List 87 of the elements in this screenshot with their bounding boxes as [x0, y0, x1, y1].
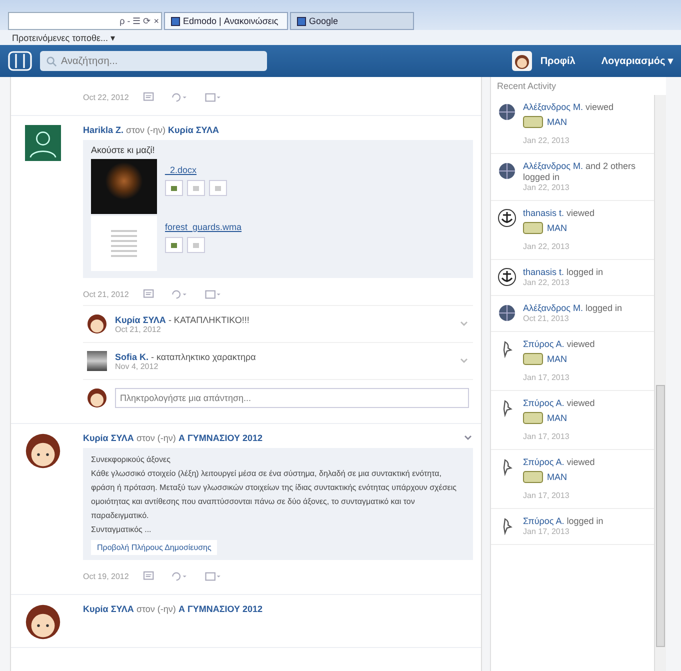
favorites-link[interactable]: Προτεινόμενες τοποθε... ▾ — [12, 32, 116, 42]
folder-icon — [523, 471, 543, 483]
folder-link[interactable]: MAN — [547, 413, 567, 423]
folder-link[interactable]: MAN — [547, 354, 567, 364]
avatar-icon[interactable] — [512, 51, 532, 71]
reply-text: Κυρία ΣΥΛΑ - ΚΑΤΑΠΛΗΚΤΙΚΟ!!! — [115, 314, 250, 324]
account-menu[interactable]: Λογαριασμός ▾ — [601, 55, 673, 67]
activity-text: Αλέξανδρος Μ. logged in — [523, 303, 624, 314]
comment-icon[interactable] — [142, 570, 156, 582]
folder-link[interactable]: MAN — [547, 472, 567, 482]
activity-date: Jan 22, 2013 — [523, 242, 570, 251]
panel-title: Recent Activity — [496, 80, 558, 93]
globe-avatar-icon — [497, 161, 517, 181]
file-action-button[interactable] — [187, 237, 205, 253]
post-date: Oct 19, 2012 — [83, 572, 129, 580]
activity-date: Jan 22, 2013 — [523, 278, 570, 287]
folder-icon — [523, 116, 543, 128]
square-icon — [213, 183, 223, 193]
post-text: Ακούστε κι μαζί! — [91, 145, 156, 155]
girl-avatar-icon — [25, 604, 61, 640]
post-paragraph: Συνεκφορικούς άξονες — [91, 454, 172, 466]
activity-text: Σπύρος Α. viewed — [523, 339, 596, 350]
folder-icon — [523, 412, 543, 424]
browser-tab[interactable]: Edmodo | Ανακοινώσεις — [164, 12, 288, 30]
file-action-button[interactable] — [165, 237, 183, 253]
activity-date: Jan 22, 2013 — [523, 183, 570, 192]
activity-text: thanasis t. logged in — [523, 267, 604, 278]
folder-icon — [523, 222, 543, 234]
browser-tab[interactable]: Google — [290, 12, 414, 30]
reply-input-field[interactable]: Πληκτρολογήστε μια απάντηση... — [115, 388, 469, 408]
address-bar[interactable]: ρ - ☰ ⟳ × — [8, 12, 162, 30]
activity-date: Jan 17, 2013 — [523, 491, 570, 500]
image-icon — [169, 240, 179, 250]
globe-avatar-icon — [497, 303, 517, 323]
activity-text: thanasis t. viewed — [523, 208, 596, 219]
page-icon — [297, 16, 306, 26]
activity-text: Αλέξανδρος Μ. and 2 others logged in — [523, 161, 637, 183]
file-link[interactable]: forest_guards.wma — [165, 222, 242, 232]
girl-avatar-icon — [87, 388, 107, 408]
girl-avatar-icon — [87, 314, 107, 334]
reply-text: Sofia K. - καταπληκτικο χαρακτηρα — [115, 352, 257, 362]
image-icon — [169, 183, 179, 193]
anchor-avatar-icon — [497, 208, 517, 228]
globe-avatar-icon — [497, 102, 517, 122]
post-paragraph: Συνταγματικός ... — [91, 524, 152, 536]
post-date: Oct 21, 2012 — [83, 290, 129, 298]
activity-text: Σπύρος Α. logged in — [523, 516, 604, 527]
activity-text: Σπύρος Α. viewed — [523, 398, 596, 409]
photo-placeholder — [91, 159, 157, 214]
scrollbar[interactable] — [654, 95, 666, 671]
square-icon — [191, 240, 201, 250]
document-thumbnail — [91, 216, 157, 271]
activity-date: Jan 17, 2013 — [523, 527, 570, 536]
search-field[interactable]: Αναζήτηση... — [40, 51, 267, 71]
folder-link[interactable]: MAN — [547, 223, 567, 233]
post-header: Harikla Z. στον (-ην) Κυρία ΣΥΛΑ — [83, 125, 219, 135]
post-header: Κυρία ΣΥΛΑ στον (-ην) Α ΓΥΜΝΑΣΙΟΥ 2012 — [83, 604, 263, 614]
folder-icon — [523, 353, 543, 365]
anchor-avatar-icon — [497, 267, 517, 287]
activity-date: Jan 17, 2013 — [523, 432, 570, 441]
post-header: Κυρία ΣΥΛΑ στον (-ην) Α ΓΥΜΝΑΣΙΟΥ 2012 — [83, 433, 263, 443]
file-action-button[interactable] — [165, 180, 183, 196]
book-logo-icon[interactable] — [8, 51, 32, 71]
profile-link[interactable]: Προφίλ — [540, 56, 576, 66]
reply-date: Nov 4, 2012 — [115, 362, 158, 370]
activity-date: Jan 22, 2013 — [523, 136, 570, 145]
activity-date: Jan 17, 2013 — [523, 373, 570, 382]
folder-link[interactable]: MAN — [547, 117, 567, 127]
view-full-post-link[interactable]: Προβολή Πλήρους Δημοσίευσης — [91, 540, 218, 555]
post-paragraph: Κάθε γλωσσικό στοιχείο (λέξη) λειτουργεί μέσα σε ένα σύστημα, δηλαδή σε μια συντακτική ενότητα, φράση ή πρόταση. Μεταξύ των γλωσσικών στοιχείων της ίδιας συντακτικής ενότητας υπάρχουν σχέσεις ομοιότητας και αντίθεσης που αναπτύσσονται πάνω σε δύο άξονες, το συνταγματικό και τον παραδειγματικό. — [91, 468, 458, 522]
post-date: Oct 22, 2012 — [83, 92, 129, 102]
girl-avatar-icon — [25, 433, 61, 469]
file-link[interactable]: _2.docx — [165, 165, 227, 175]
address-controls[interactable]: ρ - ☰ ⟳ × — [120, 16, 159, 26]
page-icon — [171, 16, 180, 26]
file-action-button[interactable] — [187, 180, 205, 196]
reply-date: Oct 21, 2012 — [115, 324, 162, 334]
user-silhouette-icon — [25, 125, 61, 161]
activity-text: Σπύρος Α. viewed — [523, 457, 596, 468]
comment-icon[interactable] — [142, 92, 156, 102]
activity-date: Oct 21, 2013 — [523, 314, 570, 323]
photo-placeholder — [87, 351, 107, 371]
search-icon — [46, 56, 57, 67]
file-action-button[interactable] — [209, 180, 227, 196]
comment-icon[interactable] — [142, 288, 156, 300]
square-icon — [191, 183, 201, 193]
activity-text: Αλέξανδρος Μ. viewed — [523, 102, 614, 113]
